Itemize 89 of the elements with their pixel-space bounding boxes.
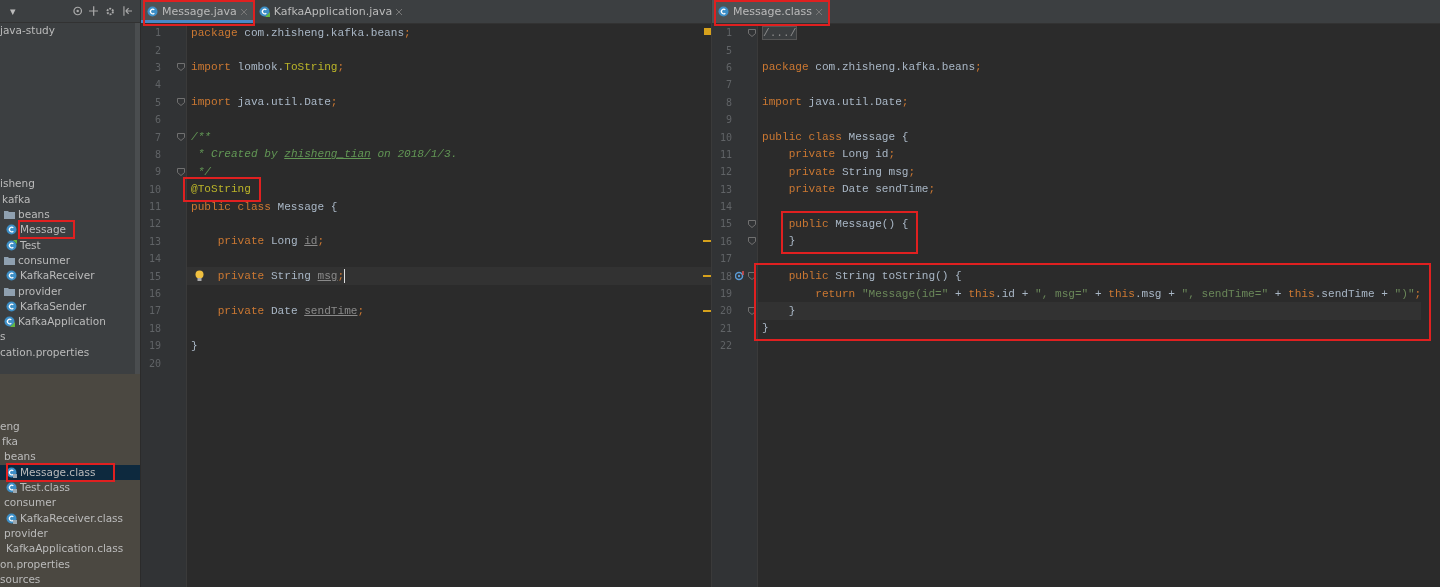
code-line: public Message() { (788, 218, 909, 230)
tree-item[interactable]: kafka (0, 191, 140, 207)
folder-icon (4, 255, 15, 265)
tree-item[interactable]: on.properties (0, 556, 140, 572)
close-icon[interactable] (396, 8, 403, 15)
tree-item[interactable]: Test (0, 237, 140, 253)
tree-item[interactable]: provider (0, 283, 140, 299)
class-icon (4, 316, 15, 328)
tree-item[interactable]: consumer (0, 495, 140, 511)
override-icon[interactable] (734, 271, 745, 282)
code-line: } (788, 235, 796, 248)
fold-icon[interactable] (177, 133, 185, 142)
tree-item[interactable]: cation.properties (0, 344, 140, 360)
class-icon (6, 239, 17, 251)
code-line: import lombok.ToString; (191, 61, 345, 74)
fold-icon[interactable] (748, 28, 756, 37)
class-icon (258, 6, 270, 17)
tree-item[interactable]: isheng (0, 176, 140, 192)
code-line: package com.zhisheng.kafka.beans; (762, 61, 982, 74)
lightbulb-icon[interactable] (195, 270, 204, 283)
tree-item[interactable]: s (0, 329, 140, 345)
target-icon[interactable] (72, 6, 82, 16)
fold-icon[interactable] (748, 272, 756, 281)
folder-icon (4, 210, 15, 220)
collapse-icon[interactable] (122, 6, 132, 16)
tree-item[interactable]: beans (0, 206, 140, 223)
tree-item[interactable]: Message (0, 222, 140, 238)
code-line: import java.util.Date; (191, 96, 338, 109)
tree-item[interactable]: provider (0, 525, 140, 542)
class-icon (6, 300, 17, 312)
code-line: private String msg; (788, 165, 916, 178)
code-line: public class Message { (762, 131, 909, 144)
code-line: return "Message(id=" + this.id + ", msg=" + this.msg + ", sendTime=" + this.sendTime + ")"; (815, 287, 1422, 300)
tree-item[interactable]: fka (0, 434, 140, 450)
code-line: import java.util.Date; (762, 96, 909, 109)
editor-tab[interactable]: Message.class (712, 0, 828, 23)
tree-item[interactable]: KafkaApplication.class (0, 541, 140, 557)
code-line: */ (197, 165, 211, 178)
warning-stripe[interactable] (703, 309, 711, 312)
code-line: private Long id; (217, 235, 325, 248)
class-icon (147, 6, 158, 17)
code-line: public class Message { (191, 200, 338, 213)
fold-icon[interactable] (748, 237, 756, 246)
code-line: public String toString() { (788, 270, 962, 283)
fold-icon[interactable] (177, 167, 185, 176)
class-icon (6, 466, 17, 478)
tree-item[interactable]: Test.class (0, 479, 140, 496)
code-line: * Created by zhisheng_tian on 2018/1/3. (197, 148, 458, 161)
settings-icon[interactable] (105, 5, 116, 17)
close-icon[interactable] (240, 8, 247, 15)
fold-icon[interactable] (748, 306, 756, 315)
warning-stripe[interactable] (703, 240, 711, 243)
code-line: } (788, 304, 796, 317)
code-line: } (762, 322, 769, 335)
fold-icon[interactable] (177, 63, 185, 72)
code-line: private String msg; (217, 270, 345, 283)
code-line: package com.zhisheng.kafka.beans; (191, 26, 411, 39)
class-icon (6, 270, 17, 282)
tree-item[interactable]: KafkaReceiver.class (0, 510, 140, 526)
code-line: } (191, 339, 198, 352)
tree-item[interactable]: beans (0, 449, 140, 465)
class-icon (718, 6, 729, 17)
tree-item[interactable]: KafkaSender (0, 298, 140, 314)
split-icon[interactable] (88, 6, 99, 16)
tree-item[interactable]: KafkaApplication (0, 313, 140, 330)
tree-item[interactable]: java-study (0, 23, 140, 39)
code-line: private Date sendTime; (217, 304, 365, 317)
editor-tab[interactable]: KafkaApplication.java (252, 0, 409, 23)
code-line: @ToString (191, 183, 251, 196)
code-line: private Date sendTime; (788, 183, 936, 196)
tree-item[interactable]: sources (0, 571, 140, 587)
tree-item[interactable]: Message.class (0, 464, 140, 480)
folder-icon (4, 286, 15, 296)
tree-item[interactable]: consumer (0, 252, 140, 269)
class-icon (6, 482, 17, 494)
warning-stripe[interactable] (703, 275, 711, 278)
class-icon (6, 512, 17, 524)
editor-tab[interactable]: Message.java (141, 0, 253, 23)
tree-item[interactable]: eng (0, 418, 140, 435)
fold-icon[interactable] (177, 98, 185, 107)
scrollbar[interactable] (135, 23, 140, 374)
class-icon (6, 224, 17, 236)
dropdown-caret[interactable]: ▾ (10, 4, 16, 18)
tree-item[interactable]: KafkaReceiver (0, 268, 140, 284)
code-line: private Long id; (788, 148, 896, 161)
text-caret (344, 269, 346, 284)
code-line: /** (191, 131, 211, 144)
close-icon[interactable] (816, 8, 822, 15)
fold-icon[interactable] (748, 220, 756, 228)
